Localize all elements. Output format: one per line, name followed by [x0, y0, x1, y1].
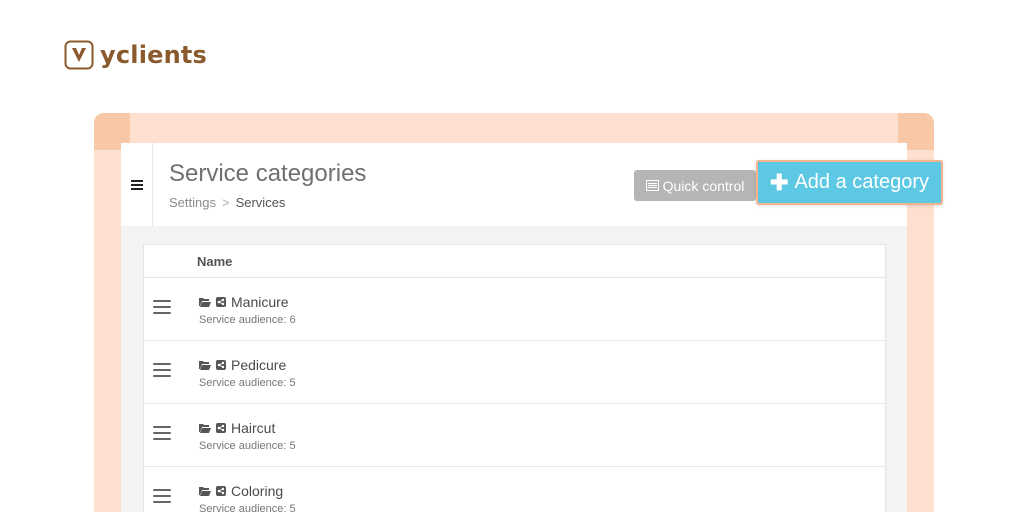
list-icon [645, 180, 659, 191]
drag-handle-icon[interactable] [153, 363, 171, 377]
folder-open-icon [199, 361, 211, 370]
category-title[interactable]: Manicure [199, 294, 289, 310]
category-name: Manicure [231, 294, 289, 310]
category-name: Haircut [231, 420, 276, 436]
category-subtitle: Service audience: 5 [199, 440, 296, 452]
breadcrumb: Settings > Services [169, 195, 285, 210]
table-row[interactable]: Manicure Service audience: 6 [144, 278, 885, 341]
category-subtitle: Service audience: 5 [199, 377, 296, 389]
category-title[interactable]: Pedicure [199, 357, 286, 373]
add-category-button[interactable]: ✚ Add a category [756, 160, 943, 205]
breadcrumb-settings[interactable]: Settings [169, 195, 216, 210]
folder-open-icon [199, 487, 211, 496]
quick-control-label: Quick control [662, 177, 745, 194]
share-icon [216, 423, 226, 433]
category-subtitle: Service audience: 6 [199, 314, 296, 326]
drag-handle-icon[interactable] [153, 489, 171, 503]
table-row[interactable]: Haircut Service audience: 5 [144, 404, 885, 467]
brand-name: yclients [100, 41, 208, 69]
folder-open-icon [199, 424, 211, 433]
yclients-logo-icon [64, 40, 94, 70]
table-header: Name [144, 245, 885, 278]
folder-open-icon [199, 298, 211, 307]
category-title[interactable]: Coloring [199, 483, 283, 499]
menu-toggle-button[interactable] [121, 143, 153, 226]
quick-control-button[interactable]: Quick control [634, 170, 756, 201]
share-icon [216, 297, 226, 307]
column-header-name[interactable]: Name [197, 254, 232, 269]
category-title[interactable]: Haircut [199, 420, 275, 436]
breadcrumb-services: Services [235, 195, 286, 210]
categories-table: Name Manicure Service audience: 6 Pedicu… [143, 244, 886, 512]
add-category-label: Add a category [794, 171, 929, 193]
drag-handle-icon[interactable] [153, 426, 171, 440]
category-name: Coloring [231, 483, 284, 499]
breadcrumb-separator: > [221, 195, 230, 210]
category-subtitle: Service audience: 5 [199, 503, 296, 512]
category-name: Pedicure [231, 357, 287, 373]
page-title: Service categories [169, 160, 367, 187]
share-icon [216, 360, 226, 370]
hamburger-icon [130, 180, 143, 190]
share-icon [216, 486, 226, 496]
table-row[interactable]: Pedicure Service audience: 5 [144, 341, 885, 404]
drag-handle-icon[interactable] [153, 300, 171, 314]
plus-icon: ✚ [770, 169, 789, 195]
brand-logo: yclients [64, 40, 207, 70]
table-row[interactable]: Coloring Service audience: 5 [144, 467, 885, 512]
